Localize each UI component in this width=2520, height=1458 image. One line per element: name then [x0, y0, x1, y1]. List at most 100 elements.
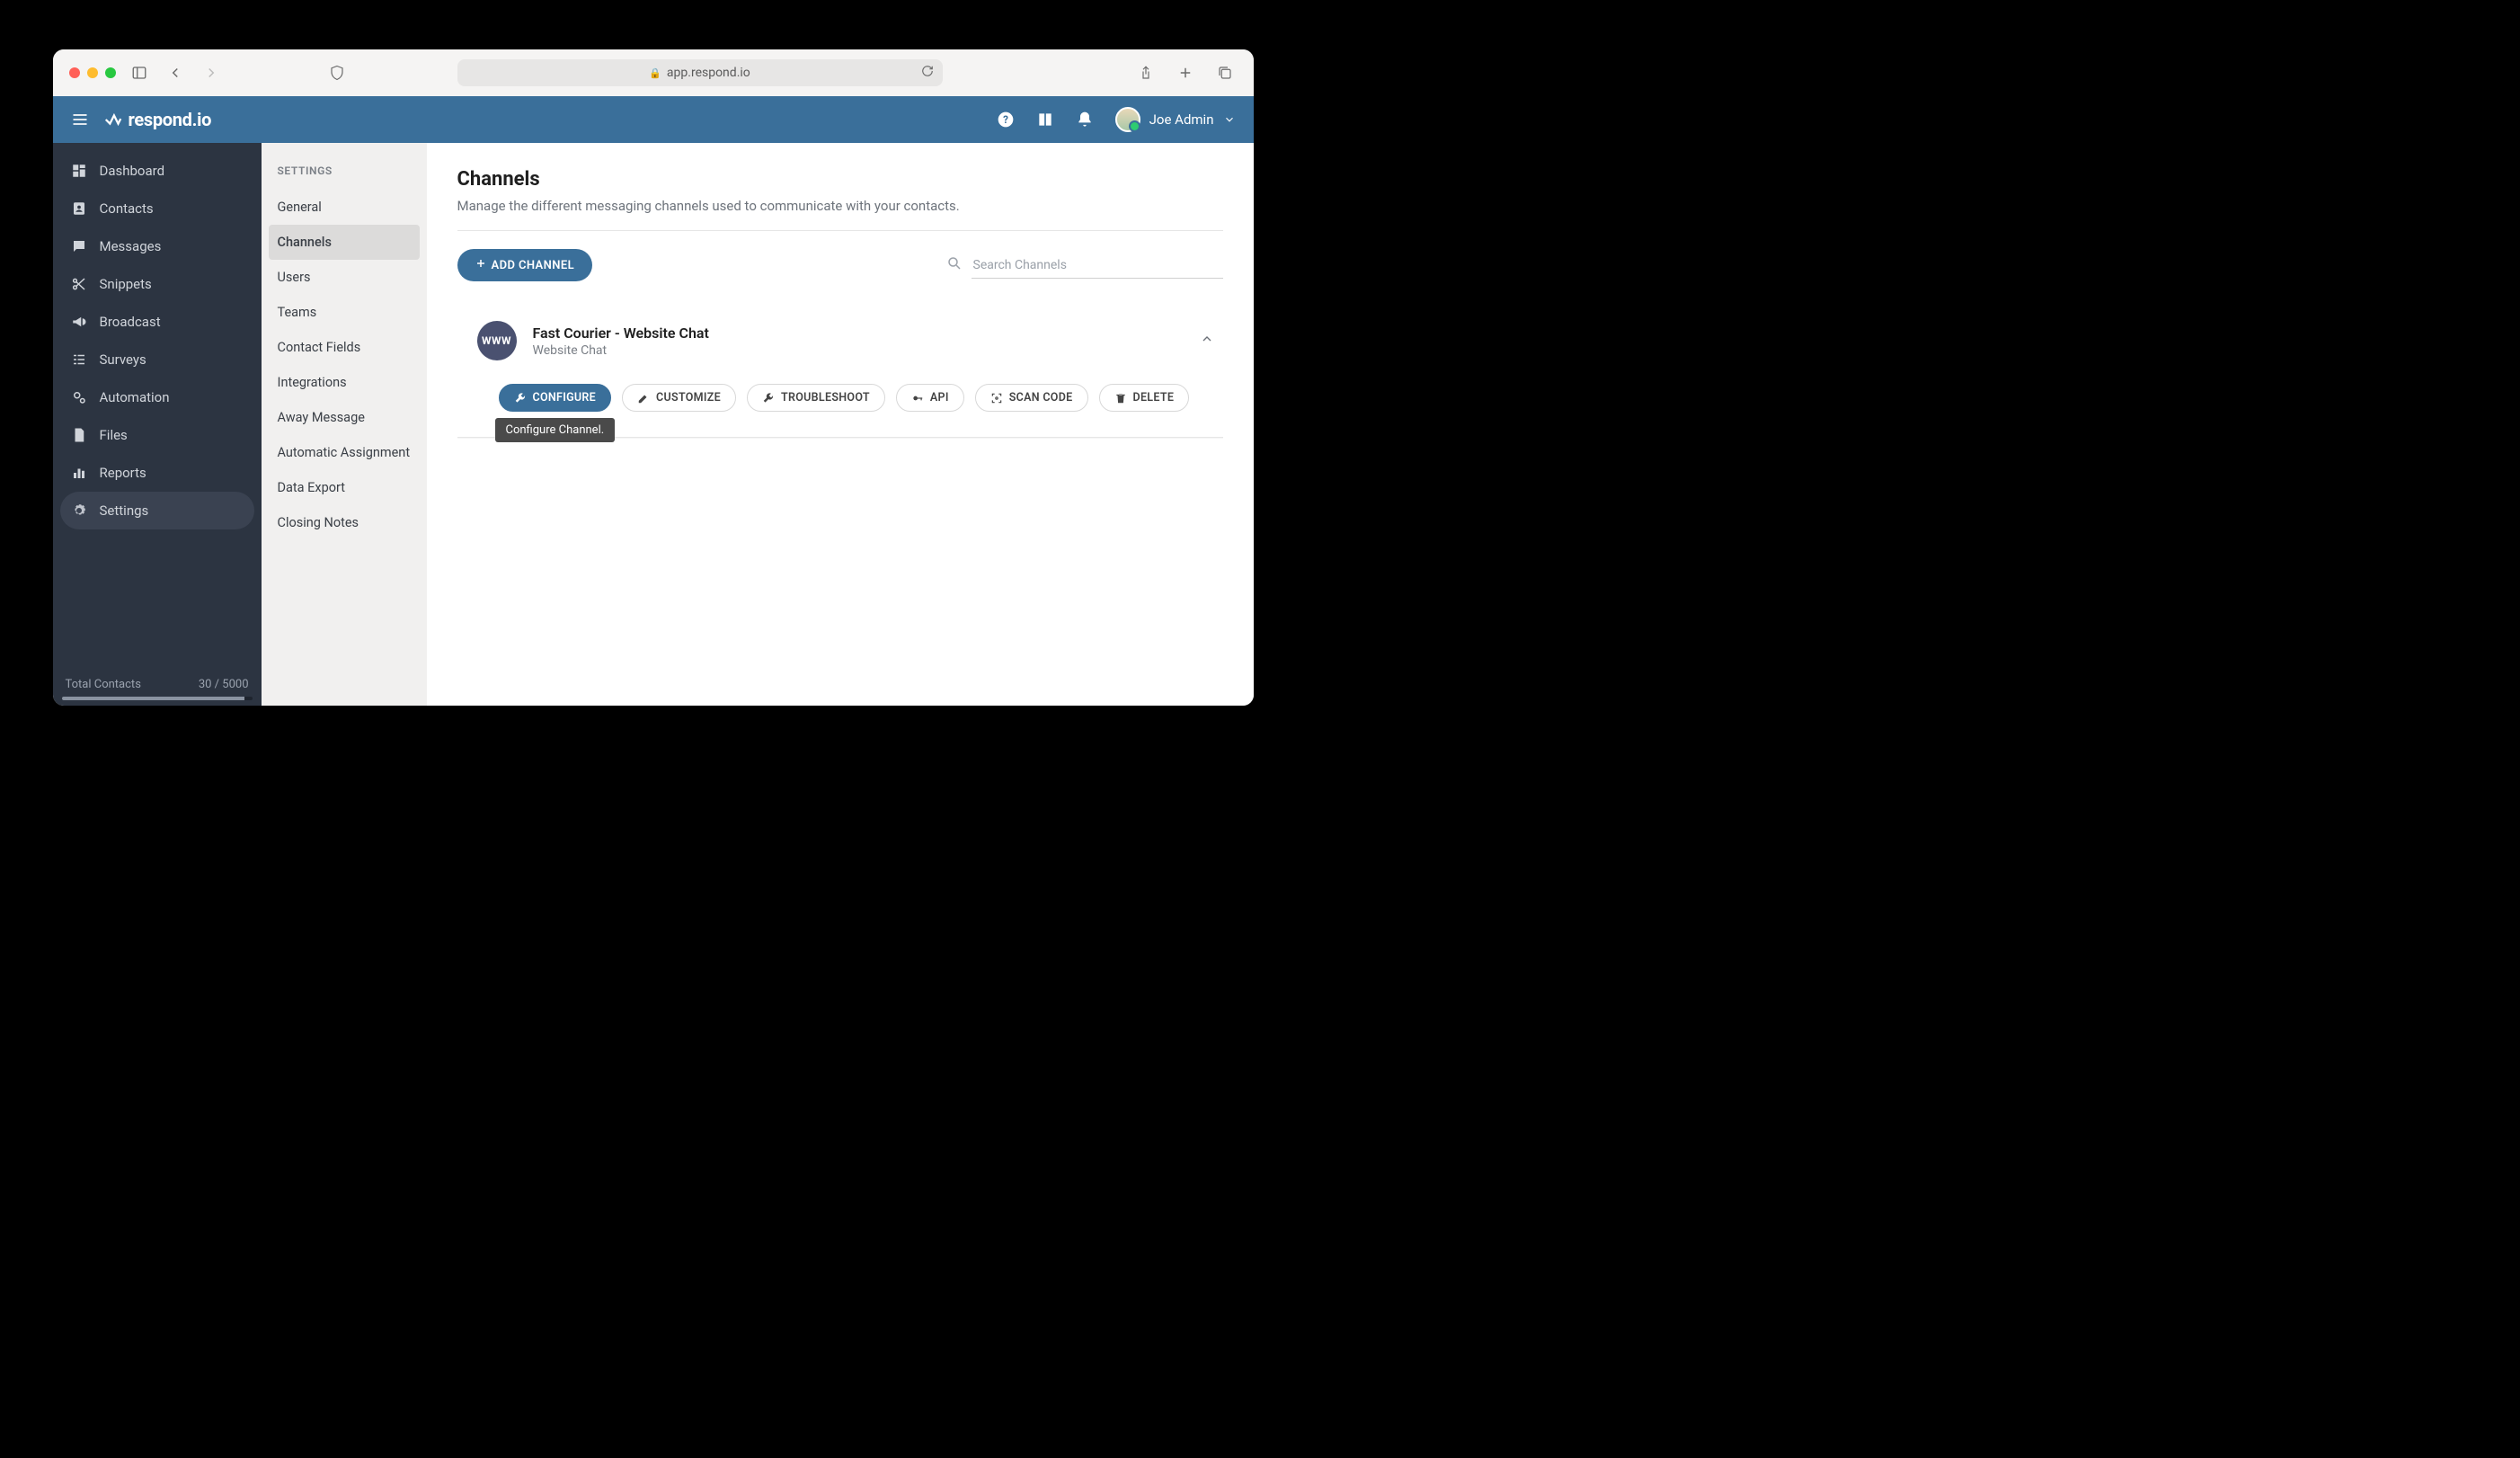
channel-name: Fast Courier - Website Chat [533, 324, 1184, 342]
action-label: TROUBLESHOOT [781, 391, 870, 405]
settings-nav-integrations[interactable]: Integrations [269, 365, 420, 400]
docs-icon[interactable] [1036, 111, 1054, 129]
maximize-window-button[interactable] [105, 67, 116, 78]
username: Joe Admin [1149, 111, 1214, 128]
nav-broadcast[interactable]: Broadcast [53, 303, 262, 341]
lock-icon: 🔒 [649, 67, 661, 79]
settings-nav-away-message[interactable]: Away Message [269, 400, 420, 435]
tools-icon [762, 392, 775, 405]
app-frame: respond.io ? Joe Admin [53, 96, 1254, 706]
url-bar[interactable]: 🔒 app.respond.io [457, 59, 943, 86]
sidebar-toggle-icon[interactable] [127, 60, 152, 85]
settings-sidebar: SETTINGS General Channels Users Teams Co… [262, 143, 427, 706]
files-icon [71, 427, 87, 443]
traffic-lights [69, 67, 116, 78]
close-window-button[interactable] [69, 67, 80, 78]
notifications-icon[interactable] [1076, 111, 1094, 129]
settings-sidebar-title: SETTINGS [269, 164, 420, 190]
channel-type-icon: WWW [477, 321, 517, 360]
hamburger-menu-button[interactable] [71, 111, 89, 129]
channel-header[interactable]: WWW Fast Courier - Website Chat Website … [457, 314, 1223, 384]
action-label: SCAN CODE [1009, 391, 1073, 405]
action-label: API [930, 391, 949, 405]
new-tab-icon[interactable] [1173, 60, 1198, 85]
tabs-icon[interactable] [1212, 60, 1238, 85]
search-input[interactable] [972, 253, 1223, 279]
help-icon[interactable]: ? [997, 111, 1015, 129]
nav-automation[interactable]: Automation [53, 378, 262, 416]
nav-reports[interactable]: Reports [53, 454, 262, 492]
search-icon [946, 255, 963, 275]
add-channel-button[interactable]: ADD CHANNEL [457, 249, 593, 281]
configure-tooltip: Configure Channel. [495, 418, 616, 442]
channel-type: Website Chat [533, 343, 1184, 358]
user-menu[interactable]: Joe Admin [1115, 107, 1236, 132]
settings-nav-contact-fields[interactable]: Contact Fields [269, 330, 420, 365]
nav-label: Files [100, 427, 128, 443]
messages-icon [71, 238, 87, 254]
avatar [1115, 107, 1140, 132]
svg-text:?: ? [1003, 113, 1008, 126]
reload-icon[interactable] [921, 65, 934, 81]
settings-nav-closing-notes[interactable]: Closing Notes [269, 505, 420, 540]
divider [457, 230, 1223, 231]
app-body: Dashboard Contacts Messages Snippets Bro… [53, 143, 1254, 706]
sidebar-footer: Total Contacts 30 / 5000 [53, 667, 262, 706]
troubleshoot-button[interactable]: TROUBLESHOOT [747, 384, 885, 412]
plus-icon [475, 258, 486, 272]
configure-button[interactable]: CONFIGURE [499, 384, 612, 412]
logo-text: respond.io [129, 109, 212, 130]
nav-messages[interactable]: Messages [53, 227, 262, 265]
settings-nav-general[interactable]: General [269, 190, 420, 225]
action-label: CONFIGURE [533, 391, 597, 405]
nav-label: Settings [100, 502, 149, 519]
nav-settings[interactable]: Settings [60, 492, 254, 529]
shield-icon[interactable] [324, 60, 350, 85]
channel-card: WWW Fast Courier - Website Chat Website … [457, 314, 1223, 456]
back-button[interactable] [163, 60, 188, 85]
nav-snippets[interactable]: Snippets [53, 265, 262, 303]
page-subtitle: Manage the different messaging channels … [457, 198, 1223, 214]
add-channel-label: ADD CHANNEL [492, 259, 575, 272]
topbar: respond.io ? Joe Admin [53, 96, 1254, 143]
collapse-icon[interactable] [1200, 332, 1214, 350]
main-content: Channels Manage the different messaging … [427, 143, 1254, 706]
customize-button[interactable]: CUSTOMIZE [622, 384, 736, 412]
settings-nav-automatic-assignment[interactable]: Automatic Assignment [269, 435, 420, 470]
dashboard-icon [71, 163, 87, 179]
api-button[interactable]: API [896, 384, 964, 412]
reports-icon [71, 465, 87, 481]
contacts-progress [62, 697, 253, 700]
nav-dashboard[interactable]: Dashboard [53, 152, 262, 190]
settings-nav-channels[interactable]: Channels [269, 225, 420, 260]
share-icon[interactable] [1133, 60, 1158, 85]
forward-button[interactable] [199, 60, 224, 85]
delete-button[interactable]: DELETE [1099, 384, 1190, 412]
nav-label: Contacts [100, 200, 154, 217]
settings-nav-teams[interactable]: Teams [269, 295, 420, 330]
nav-label: Dashboard [100, 163, 165, 179]
nav-label: Reports [100, 465, 146, 481]
surveys-icon [71, 351, 87, 368]
settings-nav-data-export[interactable]: Data Export [269, 470, 420, 505]
settings-nav-users[interactable]: Users [269, 260, 420, 295]
nav-label: Surveys [100, 351, 146, 368]
minimize-window-button[interactable] [87, 67, 98, 78]
url-text: app.respond.io [667, 66, 750, 80]
scan-code-button[interactable]: SCAN CODE [975, 384, 1088, 412]
nav-surveys[interactable]: Surveys [53, 341, 262, 378]
broadcast-icon [71, 314, 87, 330]
nav-label: Messages [100, 238, 162, 254]
contacts-icon [71, 200, 87, 217]
nav-label: Snippets [100, 276, 152, 292]
total-contacts-value: 30 / 5000 [199, 678, 249, 691]
toolbar: ADD CHANNEL [457, 249, 1223, 281]
action-label: CUSTOMIZE [656, 391, 721, 405]
nav-contacts[interactable]: Contacts [53, 190, 262, 227]
nav-files[interactable]: Files [53, 416, 262, 454]
snippets-icon [71, 276, 87, 292]
trash-icon [1114, 392, 1127, 405]
search-channels [946, 253, 1223, 279]
key-icon [911, 392, 924, 405]
logo[interactable]: respond.io [103, 109, 212, 130]
